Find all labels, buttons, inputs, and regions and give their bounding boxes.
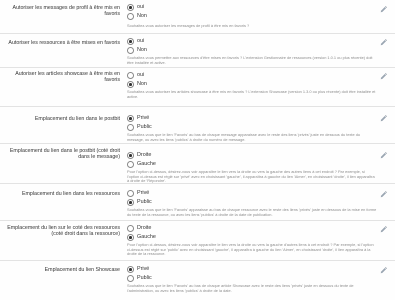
setting-hint: Pour l'option ci-dessus, désirez-vous vo… (127, 169, 375, 184)
radio-button[interactable] (127, 161, 134, 168)
setting-label: Emplacement du lien dans le postbit (34, 116, 120, 122)
setting-row: Autoriser les articles showcase à être m… (0, 68, 395, 105)
setting-row: Emplacement du lien dans le postbit Priv… (0, 107, 395, 142)
setting-row: Autoriser les ressources à être mises en… (0, 34, 395, 67)
edit-pencil-icon[interactable] (380, 73, 387, 80)
radio-button[interactable] (127, 225, 134, 232)
radio-button[interactable] (127, 115, 134, 122)
setting-hint: Souhaitez-vous autoriser les articles sh… (127, 89, 376, 99)
setting-label: Emplacement du lien dans les ressources (21, 191, 120, 197)
setting-label: Emplacement du lien dans le postbit (cot… (9, 148, 120, 161)
setting-hint: Souhaitez-vous que le lien 'Favoris' app… (127, 207, 377, 217)
setting-row: Emplacement du lien dans les ressources … (0, 184, 395, 220)
radio-button[interactable] (127, 234, 134, 241)
edit-pencil-icon[interactable] (380, 115, 387, 122)
setting-label: Autoriser les messages de profil à être … (12, 5, 120, 18)
edit-pencil-icon[interactable] (380, 152, 387, 159)
setting-hint: Pour l'option ci-dessus, désirez-vous vo… (127, 242, 374, 257)
setting-label: Emplacement du lien sur le coté des ress… (7, 225, 120, 238)
edit-pencil-icon[interactable] (380, 267, 387, 274)
radio-button[interactable] (127, 72, 134, 79)
radio-button[interactable] (127, 199, 134, 206)
setting-label: Autoriser les ressources à être mises en… (8, 40, 120, 46)
radio-button[interactable] (127, 152, 134, 159)
radio-button[interactable] (127, 47, 134, 54)
setting-hint: Souhaitez-vous que le lien 'Favoris' au … (127, 283, 354, 293)
setting-label: Emplacement du lien Showcase (44, 267, 120, 273)
radio-button[interactable] (127, 81, 134, 88)
radio-button[interactable] (127, 4, 134, 11)
setting-hint: Souhaitez-vous permettre aux ressources … (127, 55, 373, 65)
radio-button[interactable] (127, 124, 134, 131)
setting-row: Emplacement du lien dans le postbit (cot… (0, 144, 395, 186)
radio-button[interactable] (127, 38, 134, 45)
setting-row: Autoriser les messages de profil à être … (0, 0, 395, 36)
setting-hint: Souhaitez-vous que le lien 'Favoris' au … (127, 132, 361, 142)
edit-pencil-icon[interactable] (380, 6, 387, 13)
radio-button[interactable] (127, 190, 134, 197)
edit-pencil-icon[interactable] (380, 39, 387, 46)
setting-label: Autoriser les articles showcase à être m… (15, 71, 120, 84)
radio-button[interactable] (127, 275, 134, 282)
edit-pencil-icon[interactable] (380, 226, 387, 233)
radio-button[interactable] (127, 13, 134, 20)
edit-pencil-icon[interactable] (380, 191, 387, 198)
setting-row: Emplacement du lien sur le coté des ress… (0, 221, 395, 261)
setting-row: Emplacement du lien Showcase Privé Publi… (0, 261, 395, 300)
setting-hint: Souhaitez-vous autoriser les messages de… (127, 23, 250, 28)
radio-button[interactable] (127, 266, 134, 273)
